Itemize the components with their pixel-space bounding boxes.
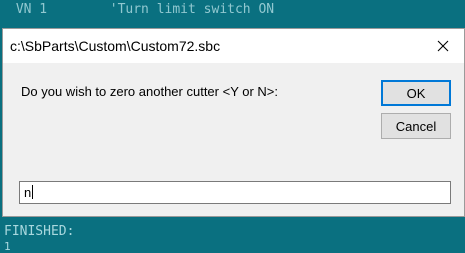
console-status-line: FINISHED:: [4, 224, 75, 239]
text-caret: [32, 185, 34, 199]
close-button[interactable]: [428, 33, 458, 59]
input-dialog: c:\SbParts\Custom\Custom72.sbc Do you wi…: [2, 28, 465, 217]
dialog-title-bar: c:\SbParts\Custom\Custom72.sbc: [3, 29, 464, 63]
cancel-button[interactable]: Cancel: [381, 113, 451, 139]
dialog-prompt: Do you wish to zero another cutter <Y or…: [21, 84, 279, 99]
response-input-value: n: [24, 185, 32, 200]
close-icon: [437, 40, 449, 52]
console-line-top: VN 1 'Turn limit switch ON: [8, 2, 275, 17]
response-input[interactable]: n: [19, 181, 451, 204]
ok-button[interactable]: OK: [381, 80, 451, 106]
dialog-title: c:\SbParts\Custom\Custom72.sbc: [10, 38, 221, 54]
console-cursor-line: 1: [4, 240, 11, 253]
